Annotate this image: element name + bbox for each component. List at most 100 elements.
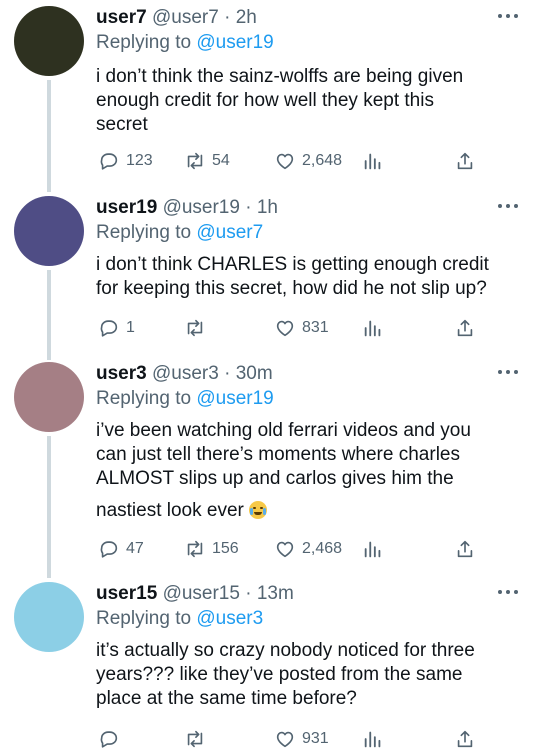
like-count: 931 xyxy=(302,730,329,747)
replying-to: Replying to @user19 xyxy=(96,31,274,55)
views-icon xyxy=(364,320,381,337)
reply-button[interactable]: 123 xyxy=(98,149,153,173)
user-name[interactable]: user7 xyxy=(96,7,147,28)
more-icon[interactable] xyxy=(498,10,520,22)
reply-icon xyxy=(100,153,118,170)
reply-icon xyxy=(100,541,118,558)
retweet-icon xyxy=(187,730,203,748)
tweet-actions: 931 xyxy=(96,727,516,751)
text-line: place at the same time before? xyxy=(96,688,357,709)
retweet-count: 54 xyxy=(212,152,230,169)
like-icon xyxy=(276,153,294,170)
timestamp[interactable]: · 1h xyxy=(245,197,278,218)
text-line: i’ve been watching old ferrari videos an… xyxy=(96,420,471,441)
reply-mention-link[interactable]: @user7 xyxy=(196,222,263,243)
user-handle[interactable]: @user3 xyxy=(152,363,219,384)
like-button[interactable]: 2,648 xyxy=(274,149,342,173)
views-button[interactable] xyxy=(362,727,390,751)
text-line: can just tell there’s moments where char… xyxy=(96,444,460,465)
text-line: years??? like they’ve posted from the sa… xyxy=(96,664,463,685)
share-icon xyxy=(457,152,473,170)
timestamp[interactable]: · 30m xyxy=(224,363,273,384)
avatar[interactable] xyxy=(14,196,84,266)
more-icon[interactable] xyxy=(498,366,520,378)
tweet-header: user19 @user19 · 1h xyxy=(96,196,278,220)
reply-button[interactable]: 47 xyxy=(98,537,144,561)
replying-to: Replying to @user7 xyxy=(96,221,263,245)
tweet-actions: 123 54 2,648 xyxy=(96,149,516,173)
text-line: it’s actually so crazy nobody noticed fo… xyxy=(96,640,475,661)
retweet-button[interactable]: 54 xyxy=(184,149,230,173)
reply-button[interactable]: 1 xyxy=(98,316,135,340)
retweet-button[interactable] xyxy=(184,316,212,340)
views-button[interactable] xyxy=(362,537,390,561)
share-button[interactable] xyxy=(454,537,482,561)
share-button[interactable] xyxy=(454,727,482,751)
retweet-button[interactable]: 156 xyxy=(184,537,239,561)
more-icon[interactable] xyxy=(498,200,520,212)
views-icon xyxy=(364,153,381,170)
retweet-icon xyxy=(187,319,203,337)
tweet-text: i’ve been watching old ferrari videos an… xyxy=(96,419,526,523)
text-line: secret xyxy=(96,114,148,135)
like-icon xyxy=(276,541,294,558)
views-icon xyxy=(364,731,381,748)
views-button[interactable] xyxy=(362,149,390,173)
like-button[interactable]: 931 xyxy=(274,727,329,751)
user-handle[interactable]: @user15 xyxy=(163,583,240,604)
text-line-with-emoji: nastiest look ever xyxy=(96,499,526,523)
like-count: 2,468 xyxy=(302,540,343,557)
replying-to-label: Replying to xyxy=(96,608,192,629)
like-button[interactable]: 831 xyxy=(274,316,329,340)
retweet-button[interactable] xyxy=(184,727,212,751)
replying-to-label: Replying to xyxy=(96,222,192,243)
reply-count: 1 xyxy=(126,319,135,336)
reply-mention-link[interactable]: @user19 xyxy=(196,388,273,409)
avatar[interactable] xyxy=(14,6,84,76)
tweet-header: user7 @user7 · 2h xyxy=(96,6,257,30)
tweet-text: i don’t think the sainz-wolffs are being… xyxy=(96,65,526,137)
avatar[interactable] xyxy=(14,362,84,432)
text-line: nastiest look ever xyxy=(96,500,244,521)
loudly-crying-face-emoji-icon xyxy=(249,501,268,519)
text-line: i don’t think the sainz-wolffs are being… xyxy=(96,66,464,87)
tweet-text: it’s actually so crazy nobody noticed fo… xyxy=(96,639,526,711)
reply-mention-link[interactable]: @user19 xyxy=(196,32,273,53)
replying-to-label: Replying to xyxy=(96,32,192,53)
like-icon xyxy=(276,731,294,748)
tweet-header: user3 @user3 · 30m xyxy=(96,362,273,386)
share-icon xyxy=(457,319,473,337)
timestamp[interactable]: · 13m xyxy=(245,583,294,604)
reply-mention-link[interactable]: @user3 xyxy=(196,608,263,629)
share-button[interactable] xyxy=(454,149,482,173)
tweet-actions: 1 831 xyxy=(96,316,516,340)
reply-count: 123 xyxy=(126,152,153,169)
avatar[interactable] xyxy=(14,582,84,652)
user-name[interactable]: user3 xyxy=(96,363,147,384)
reply-button[interactable] xyxy=(98,727,126,751)
retweet-count: 156 xyxy=(212,540,239,557)
retweet-icon xyxy=(187,152,203,170)
tweet-actions: 47 156 2,468 xyxy=(96,537,516,561)
more-icon[interactable] xyxy=(498,586,520,598)
text-line: i don’t think CHARLES is getting enough … xyxy=(96,254,489,275)
share-button[interactable] xyxy=(454,316,482,340)
retweet-icon xyxy=(187,540,203,558)
views-icon xyxy=(364,541,381,558)
text-line: for keeping this secret, how did he not … xyxy=(96,278,487,299)
replying-to-label: Replying to xyxy=(96,388,192,409)
tweet-header: user15 @user15 · 13m xyxy=(96,582,294,606)
user-name[interactable]: user19 xyxy=(96,197,157,218)
like-icon xyxy=(276,320,294,337)
replying-to: Replying to @user3 xyxy=(96,607,263,631)
user-handle[interactable]: @user19 xyxy=(163,197,240,218)
views-button[interactable] xyxy=(362,316,390,340)
user-handle[interactable]: @user7 xyxy=(152,7,219,28)
timestamp[interactable]: · 2h xyxy=(224,7,257,28)
text-line: ALMOST slips up and carlos gives him the xyxy=(96,468,454,489)
thread-line xyxy=(47,80,51,192)
text-line: enough credit for how well they kept thi… xyxy=(96,90,434,111)
replying-to: Replying to @user19 xyxy=(96,387,274,411)
like-button[interactable]: 2,468 xyxy=(274,537,342,561)
user-name[interactable]: user15 xyxy=(96,583,157,604)
